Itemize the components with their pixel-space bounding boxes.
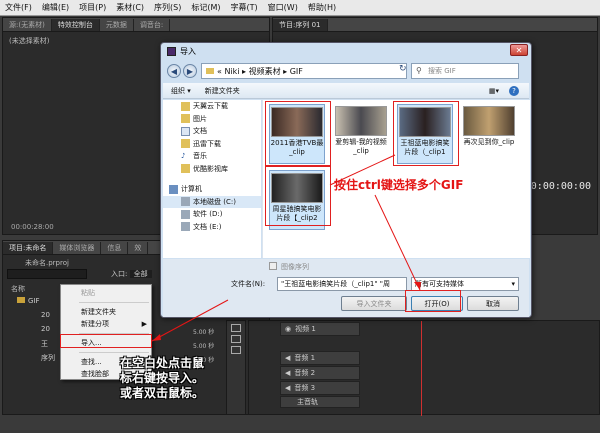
annotation-line: 或者双击鼠标。 bbox=[120, 386, 205, 400]
annotation-right-click: 在空白处点击鼠 标右键按导入。 或者双击鼠标。 bbox=[120, 356, 204, 401]
annotation-line: 标右键按导入。 bbox=[120, 371, 205, 385]
annotation-line: 在空白处点击鼠 bbox=[120, 356, 205, 370]
arrow-to-import bbox=[151, 299, 229, 342]
arrow-to-open bbox=[374, 194, 421, 291]
arrowhead bbox=[414, 282, 421, 290]
annotation-arrows bbox=[151, 154, 421, 342]
arrowhead bbox=[152, 334, 161, 341]
annotation-ctrl-select: 按住ctrl键选择多个GIF bbox=[334, 178, 464, 192]
